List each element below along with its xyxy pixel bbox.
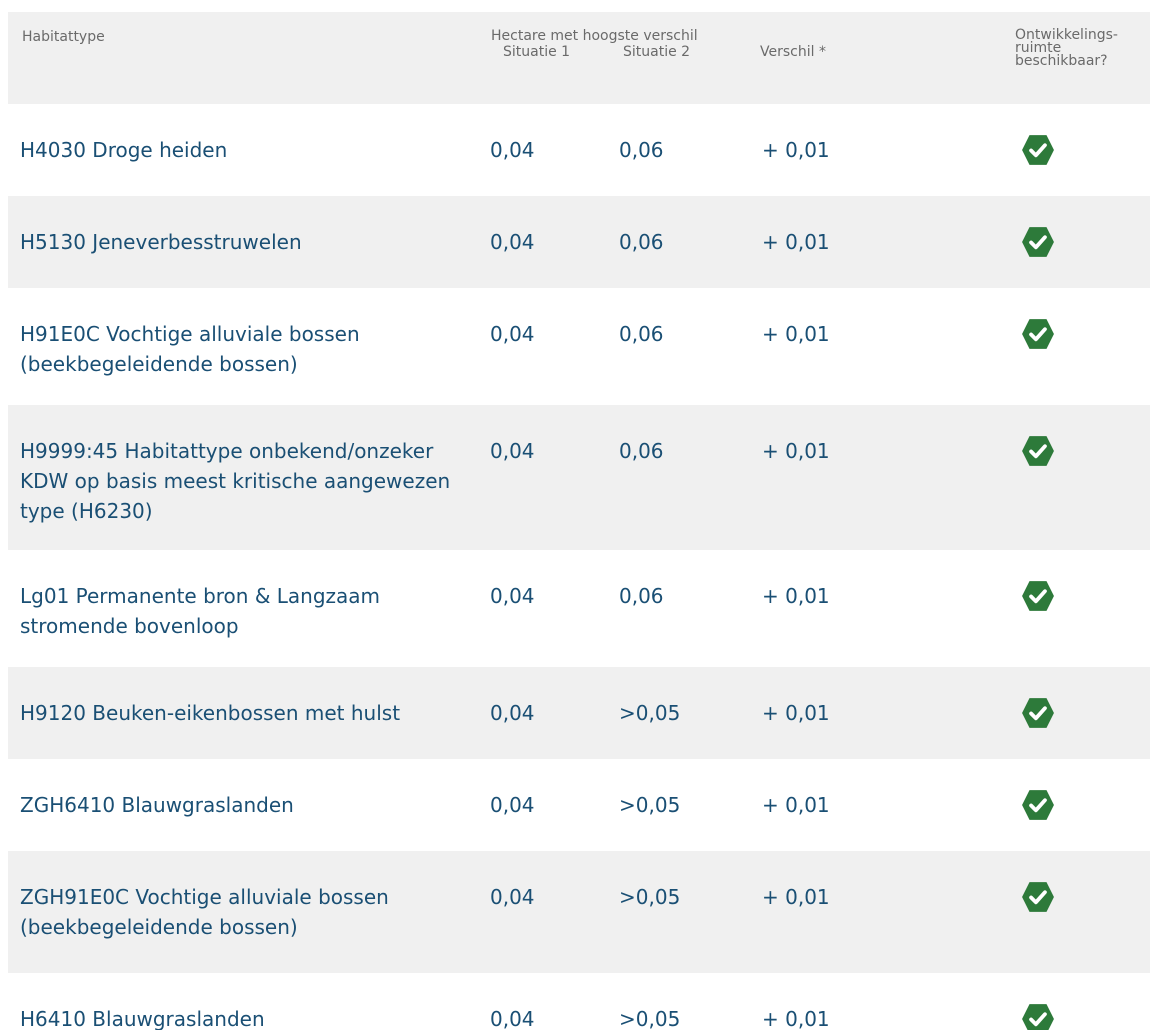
situatie-1-value: 0,04	[490, 584, 535, 608]
table-row: H6410 Blauwgraslanden 0,04 >0,05 + 0,01	[8, 973, 1150, 1030]
verschil-value: + 0,01	[762, 701, 830, 725]
situatie-2-value: 0,06	[619, 138, 664, 162]
situatie-2-value: 0,06	[619, 230, 664, 254]
situatie-2-value: 0,06	[619, 439, 664, 463]
check-icon	[1022, 135, 1054, 165]
check-icon	[1022, 581, 1054, 611]
table-row: Lg01 Permanente bron & Langzaam stromend…	[8, 550, 1150, 667]
situatie-1-value: 0,04	[490, 230, 535, 254]
table-row: H9999:45 Habitattype onbekend/onzeker KD…	[8, 405, 1150, 550]
table-header: Habitattype Hectare met hoogste verschil…	[8, 12, 1150, 104]
header-situatie-2: Situatie 2	[623, 44, 691, 60]
verschil-value: + 0,01	[762, 885, 830, 909]
habitat-name: Lg01 Permanente bron & Langzaam stromend…	[20, 584, 381, 638]
situatie-1-value: 0,04	[490, 1007, 535, 1030]
table-row: H91E0C Vochtige alluviale bossen (beekbe…	[8, 288, 1150, 405]
table-row: ZGH91E0C Vochtige alluviale bossen (beek…	[8, 851, 1150, 973]
habitat-name: H5130 Jeneverbesstruwelen	[20, 230, 302, 254]
header-verschil: Verschil *	[760, 44, 826, 60]
situatie-2-value: >0,05	[619, 701, 681, 725]
verschil-value: + 0,01	[762, 793, 830, 817]
verschil-value: + 0,01	[762, 584, 830, 608]
header-habitattype: Habitattype	[22, 29, 105, 45]
situatie-1-value: 0,04	[490, 793, 535, 817]
situatie-1-value: 0,04	[490, 885, 535, 909]
check-icon	[1022, 227, 1054, 257]
check-icon	[1022, 790, 1054, 820]
table-row: ZGH6410 Blauwgraslanden 0,04 >0,05 + 0,0…	[8, 759, 1150, 851]
situatie-2-value: >0,05	[619, 885, 681, 909]
verschil-value: + 0,01	[762, 1007, 830, 1030]
situatie-1-value: 0,04	[490, 138, 535, 162]
verschil-value: + 0,01	[762, 322, 830, 346]
verschil-value: + 0,01	[762, 439, 830, 463]
verschil-value: + 0,01	[762, 230, 830, 254]
situatie-2-value: 0,06	[619, 322, 664, 346]
check-icon	[1022, 882, 1054, 912]
habitat-name: ZGH6410 Blauwgraslanden	[20, 793, 294, 817]
habitat-name: H6410 Blauwgraslanden	[20, 1007, 265, 1030]
header-ontwikkelingsruimte: Ontwikkelings- ruimte beschikbaar?	[1015, 27, 1118, 69]
check-icon	[1022, 436, 1054, 466]
habitat-name: ZGH91E0C Vochtige alluviale bossen (beek…	[20, 885, 389, 939]
verschil-value: + 0,01	[762, 138, 830, 162]
situatie-2-value: >0,05	[619, 793, 681, 817]
header-situatie-1: Situatie 1	[503, 44, 571, 60]
check-icon	[1022, 698, 1054, 728]
situatie-1-value: 0,04	[490, 701, 535, 725]
situatie-2-value: >0,05	[619, 1007, 681, 1030]
habitat-table: Habitattype Hectare met hoogste verschil…	[0, 0, 1150, 1030]
habitat-name: H91E0C Vochtige alluviale bossen (beekbe…	[20, 322, 360, 376]
table-row: H9120 Beuken-eikenbossen met hulst 0,04 …	[8, 667, 1150, 759]
header-hectare-group: Hectare met hoogste verschil	[491, 28, 698, 44]
check-icon	[1022, 319, 1054, 349]
table-row: H5130 Jeneverbesstruwelen 0,04 0,06 + 0,…	[8, 196, 1150, 288]
situatie-2-value: 0,06	[619, 584, 664, 608]
habitat-name: H9120 Beuken-eikenbossen met hulst	[20, 701, 401, 725]
check-icon	[1022, 1004, 1054, 1030]
situatie-1-value: 0,04	[490, 439, 535, 463]
table-row: H4030 Droge heiden 0,04 0,06 + 0,01	[8, 104, 1150, 196]
habitat-name: H4030 Droge heiden	[20, 138, 228, 162]
habitat-name: H9999:45 Habitattype onbekend/onzeker KD…	[20, 439, 451, 523]
situatie-1-value: 0,04	[490, 322, 535, 346]
